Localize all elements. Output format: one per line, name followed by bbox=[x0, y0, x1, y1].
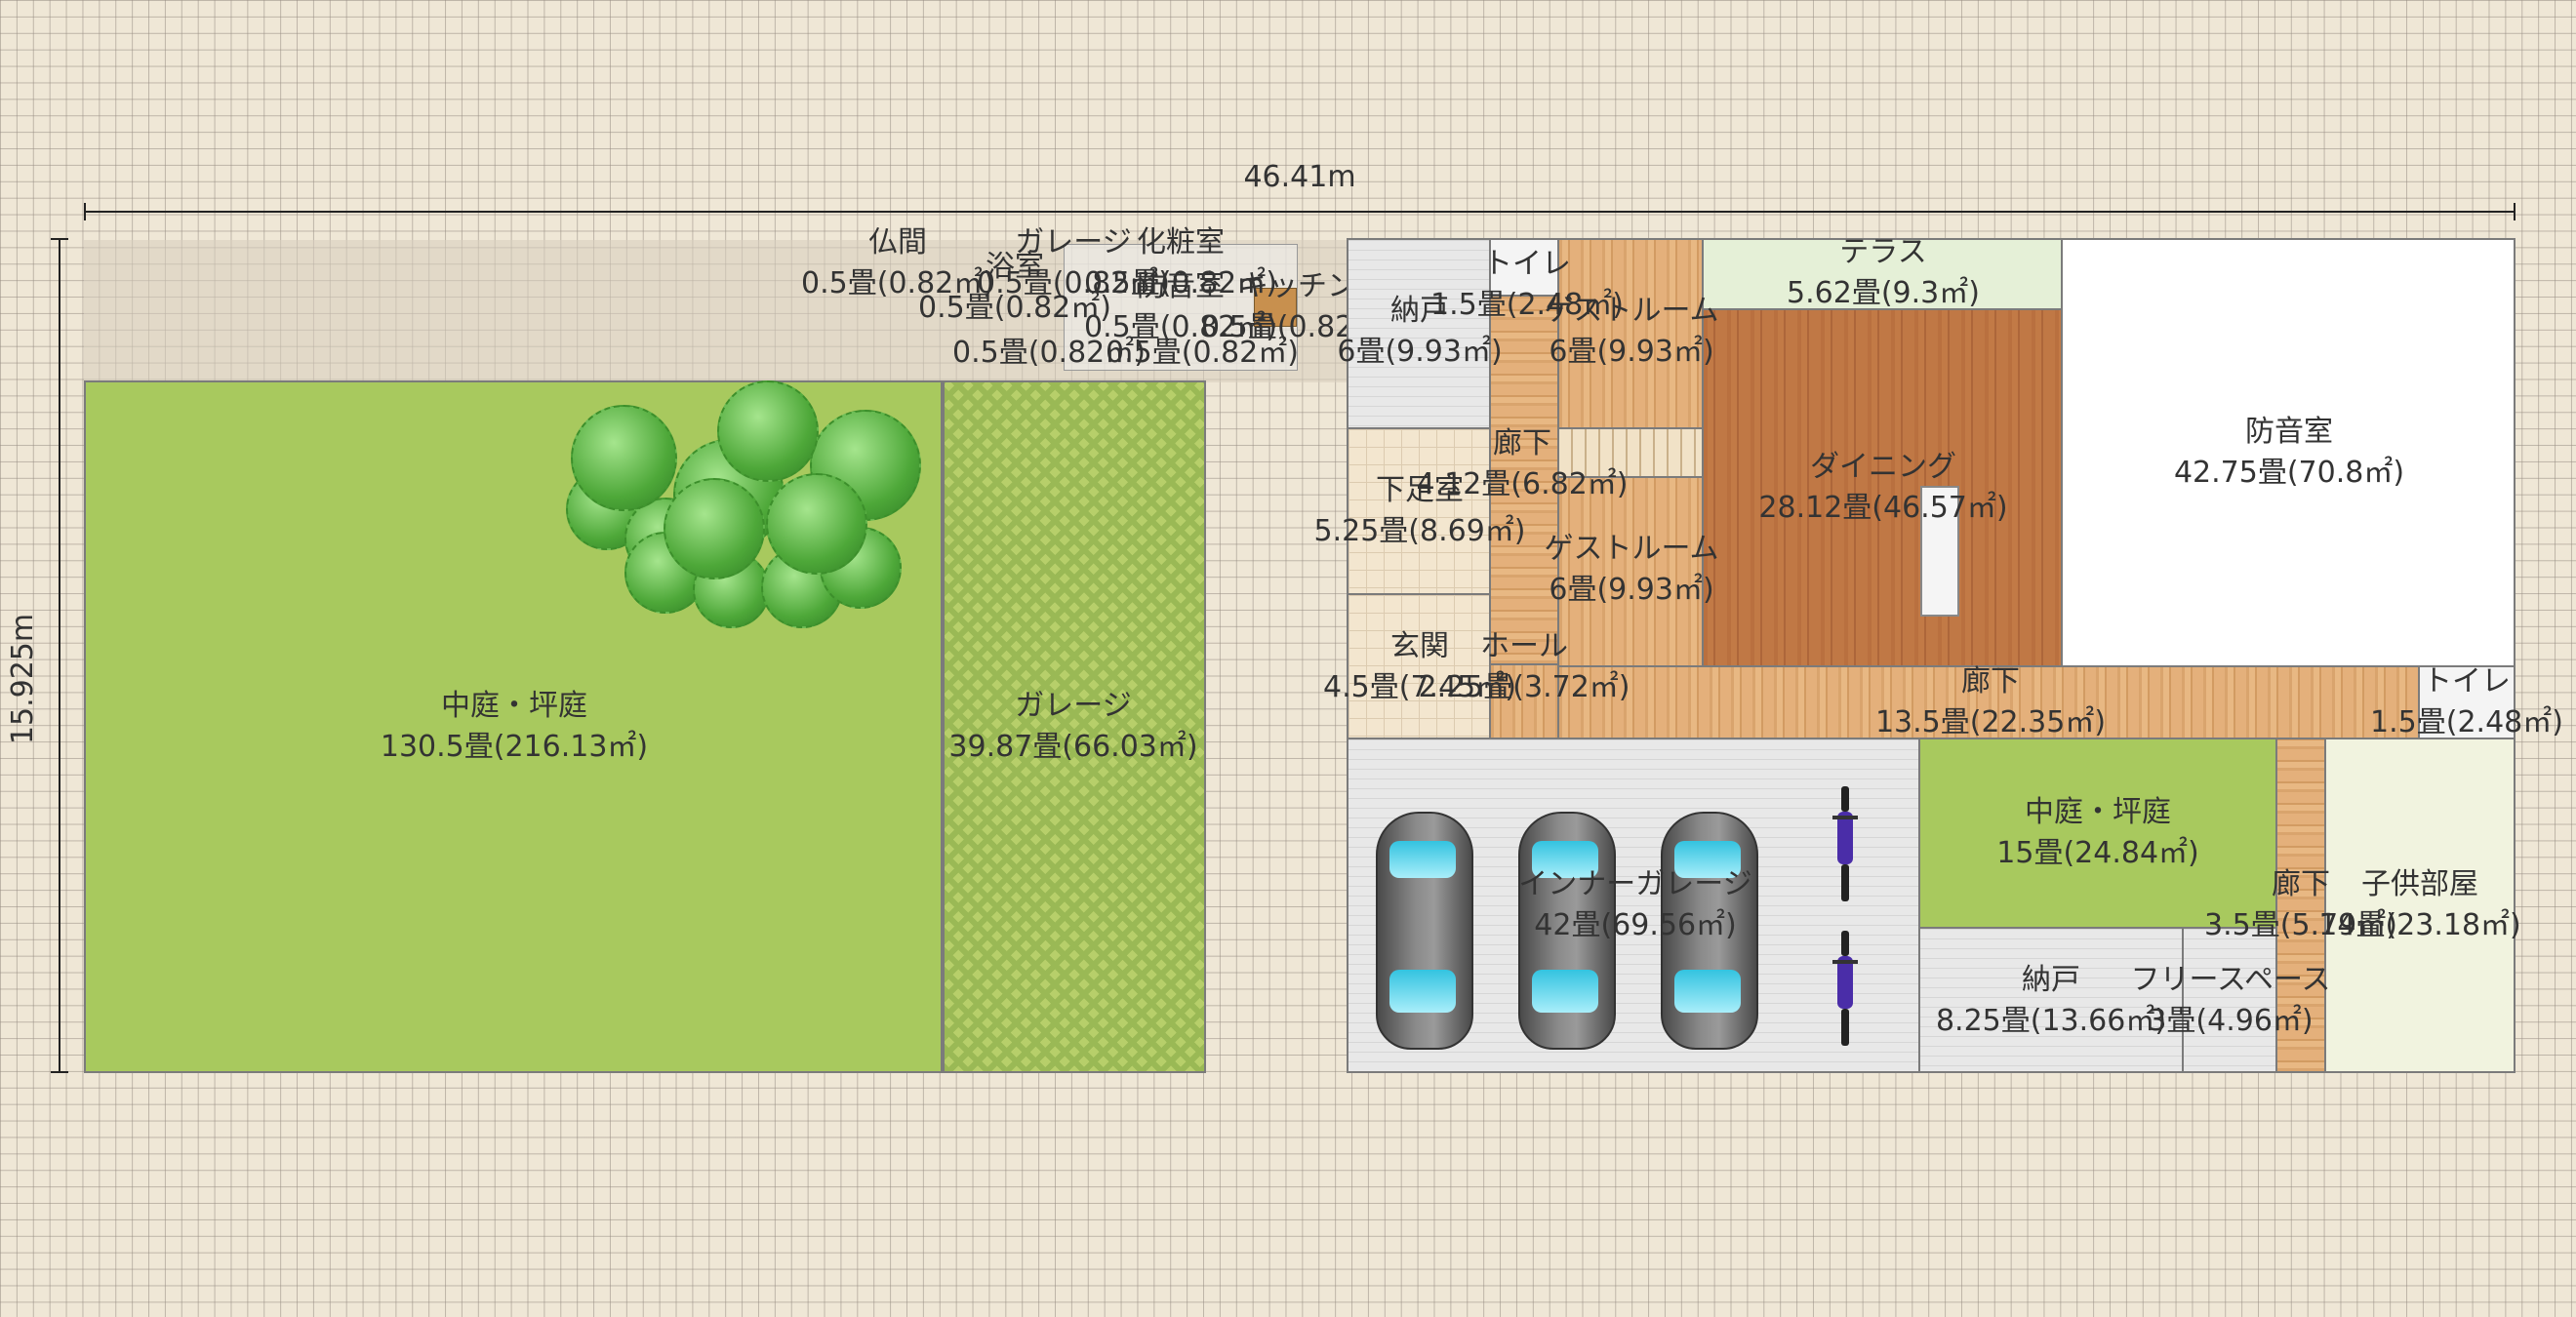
terrace-label: テラス 5.62畳(9.3㎡) bbox=[1787, 235, 1980, 310]
guest-mid-label: ゲストルーム 6畳(9.93㎡) bbox=[1544, 532, 1719, 607]
garage-outer-label: ガレージ 39.87畳(66.03㎡) bbox=[948, 689, 1198, 764]
free-space-label: フリースペース 3畳(4.96㎡) bbox=[2130, 963, 2331, 1038]
car-icon bbox=[1376, 812, 1473, 1050]
toilet-right-label: トイレ 1.5畳(2.48㎡) bbox=[2370, 664, 2563, 739]
dining-label: ダイニング 28.12畳(46.57㎡) bbox=[1758, 450, 2008, 525]
corridor-long-label: 廊下 13.5畳(22.35㎡) bbox=[1874, 664, 2107, 739]
height-dimension-line bbox=[59, 240, 60, 1073]
width-dimension-label: 46.41m bbox=[1243, 160, 1356, 194]
hall-label: ホール 2.25畳(3.72㎡) bbox=[1418, 629, 1630, 704]
height-dimension-label: 15.925m bbox=[6, 613, 40, 745]
width-dimension-tick-left bbox=[84, 203, 86, 220]
motorcycle-icon bbox=[1832, 786, 1858, 901]
inner-garage-label: インナーガレージ 42畳(69.56㎡) bbox=[1518, 867, 1752, 942]
width-dimension-tick-right bbox=[2514, 203, 2516, 220]
height-dimension-tick-bottom bbox=[51, 1071, 68, 1073]
bath-label: 浴室 0.5畳(0.82㎡) bbox=[918, 250, 1111, 325]
kids-room-label: 子供部屋 14畳(23.18㎡) bbox=[2318, 867, 2521, 942]
small-b-label: 0.5畳(0.82㎡) bbox=[1106, 336, 1299, 370]
courtyard-small-label: 中庭・坪庭 15畳(24.84㎡) bbox=[1996, 795, 2199, 870]
courtyard-main-label: 中庭・坪庭 130.5畳(216.13㎡) bbox=[380, 689, 649, 764]
soundproof-big-label: 防音室 42.75畳(70.8㎡) bbox=[2173, 415, 2405, 490]
height-dimension-tick-top bbox=[51, 238, 68, 240]
motorcycle-icon bbox=[1832, 931, 1858, 1046]
shoe-room-label: 下足室 5.25畳(8.69㎡) bbox=[1313, 473, 1526, 548]
storage-top-label: 納戸 6畳(9.93㎡) bbox=[1337, 294, 1503, 369]
width-dimension-line bbox=[84, 211, 2516, 213]
guest-top-label: ゲストルーム 6畳(9.93㎡) bbox=[1544, 294, 1719, 369]
